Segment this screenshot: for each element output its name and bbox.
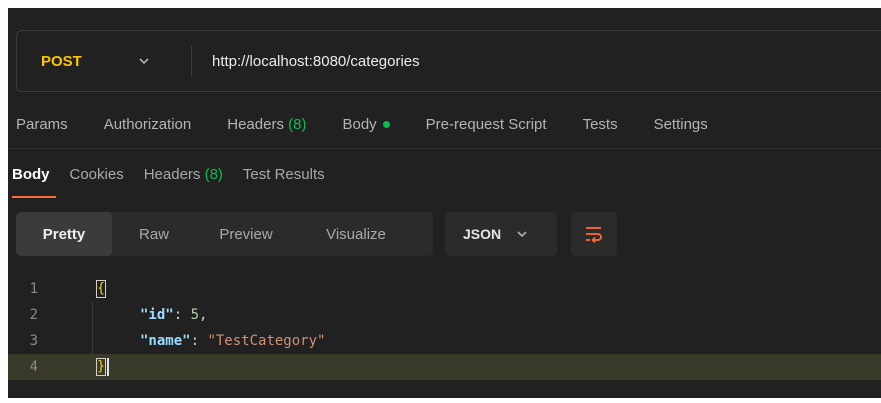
raw-button[interactable]: Raw [112, 212, 196, 256]
chevron-down-icon [517, 231, 527, 238]
code-line: 1 { [8, 276, 881, 302]
url-input[interactable]: http://localhost:8080/categories [212, 53, 420, 70]
code-text: "name": "TestCategory" [140, 328, 325, 354]
bottom-edge [0, 398, 881, 403]
method-label: POST [41, 52, 82, 70]
response-tab-headers-label: Headers [143, 166, 201, 183]
response-tab-headers[interactable]: Headers (8) [144, 166, 223, 183]
pretty-button[interactable]: Pretty [16, 212, 112, 256]
text-cursor [107, 358, 109, 376]
line-number: 3 [29, 333, 38, 349]
response-tabs: Body Cookies Headers (8) Test Results [12, 166, 345, 183]
chevron-down-icon [139, 58, 149, 65]
request-url-bar: POST http://localhost:8080/categories [16, 30, 881, 92]
json-comma: , [199, 307, 208, 323]
code-line: 3 "name": "TestCategory" [8, 328, 881, 354]
top-edge [0, 0, 881, 8]
tab-settings[interactable]: Settings [654, 116, 708, 133]
wrap-lines-icon [586, 227, 602, 243]
tabs-divider [8, 148, 881, 149]
view-mode-selector: Pretty Raw Preview Visualize [16, 212, 433, 256]
headers-count-badge: (8) [288, 116, 307, 133]
json-colon: : [190, 333, 208, 349]
tab-tests[interactable]: Tests [583, 116, 618, 133]
tab-headers[interactable]: Headers (8) [227, 116, 306, 133]
response-tab-test-results[interactable]: Test Results [243, 166, 325, 183]
tab-body[interactable]: Body [342, 116, 390, 133]
body-indicator-dot [382, 121, 390, 128]
code-text: "id": 5, [140, 302, 207, 328]
line-number: 4 [29, 359, 38, 375]
open-brace: { [96, 280, 106, 298]
tab-params[interactable]: Params [16, 116, 68, 133]
response-tab-body[interactable]: Body [12, 166, 50, 183]
code-line-current: 4 } [8, 354, 881, 380]
preview-button[interactable]: Preview [196, 212, 296, 256]
json-string: "TestCategory" [207, 333, 326, 349]
close-brace: } [96, 358, 106, 376]
json-key: "id" [140, 307, 174, 323]
tab-authorization[interactable]: Authorization [104, 116, 192, 133]
format-label: JSON [463, 226, 502, 242]
line-number: 1 [29, 281, 38, 297]
request-tabs: Params Authorization Headers (8) Body Pr… [16, 116, 744, 133]
tab-pre-request-script[interactable]: Pre-request Script [426, 116, 547, 133]
json-key: "name" [140, 333, 191, 349]
visualize-button[interactable]: Visualize [296, 212, 416, 256]
active-tab-underline [12, 196, 56, 198]
format-dropdown[interactable]: JSON [445, 212, 557, 256]
response-headers-count-badge: (8) [204, 166, 223, 183]
method-selector[interactable]: POST [17, 53, 191, 70]
left-edge [0, 0, 8, 403]
tab-headers-label: Headers [227, 116, 284, 133]
response-body-editor[interactable]: 1 { 2 "id": 5, 3 "name": "TestCategory" … [8, 276, 881, 380]
code-line: 2 "id": 5, [8, 302, 881, 328]
line-number: 2 [29, 307, 38, 323]
response-tab-cookies[interactable]: Cookies [70, 166, 124, 183]
json-number: 5 [190, 307, 200, 323]
tab-body-label: Body [342, 116, 377, 133]
json-colon: : [173, 307, 191, 323]
url-divider [191, 46, 192, 76]
wrap-lines-button[interactable] [571, 212, 617, 256]
